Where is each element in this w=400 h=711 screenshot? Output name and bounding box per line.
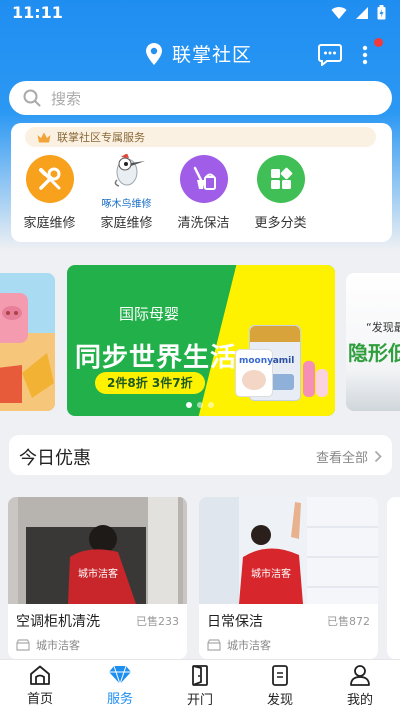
- service-cleaning[interactable]: 清洗保洁: [165, 155, 242, 231]
- community-title: 联掌社区: [172, 44, 253, 66]
- lotion-bottle: [303, 361, 315, 397]
- door-icon: [192, 665, 208, 686]
- service-home-repair[interactable]: 家庭维修: [11, 155, 88, 231]
- service-label: 清洗保洁: [177, 216, 230, 231]
- location-selector[interactable]: 联掌社区: [146, 40, 252, 67]
- product-sold-count: 已售233: [136, 615, 179, 628]
- carousel-dot[interactable]: [208, 402, 214, 408]
- service-label: 家庭维修: [100, 216, 153, 231]
- shop-icon: [207, 639, 221, 651]
- tab-label: 我的: [346, 693, 373, 708]
- crown-icon: [37, 132, 51, 142]
- tab-mine[interactable]: 我的: [320, 660, 400, 711]
- uniform-logo-text: 城市洁客: [78, 567, 118, 580]
- search-bar[interactable]: 搜索: [9, 81, 392, 115]
- carousel-dots: [186, 402, 214, 408]
- deals-header: 今日优惠 查看全部: [9, 435, 392, 475]
- diaper-pack: moony: [235, 349, 273, 397]
- service-woodpecker-repair[interactable]: 啄木鸟维修 家庭维修: [88, 154, 165, 231]
- grid-icon: [256, 155, 305, 203]
- tab-discover[interactable]: 发现: [240, 660, 320, 711]
- wifi-icon: [331, 6, 347, 19]
- carousel-dot[interactable]: [186, 402, 192, 408]
- uniform-logo-text: 城市洁客: [251, 567, 291, 580]
- more-menu-button[interactable]: [362, 42, 368, 70]
- banner-carousel[interactable]: 国际母婴 同步世界生活 2件8折 3件7折 Aptamil moony “发现最…: [0, 263, 400, 416]
- vertical-dots-icon: [362, 45, 368, 65]
- carousel-dot[interactable]: [197, 402, 203, 408]
- banner-previous-slide[interactable]: [0, 273, 55, 411]
- woodpecker-logo-text: 啄木鸟维修: [101, 199, 152, 210]
- bottom-tab-bar: 首页 服务 开门 发现 我的: [0, 659, 400, 711]
- next-slide-caption: “发现最: [366, 321, 400, 334]
- message-button[interactable]: [318, 44, 342, 70]
- location-pin-icon: [146, 42, 162, 65]
- deals-title: 今日优惠: [19, 448, 91, 469]
- status-time: 11:11: [12, 3, 63, 22]
- exclusive-service-label: 联掌社区专属服务: [57, 131, 145, 144]
- signal-icon: [356, 6, 368, 19]
- product-card[interactable]: 城市洁客 日常保洁 已售872 城市洁客: [199, 497, 378, 659]
- view-all-link[interactable]: 查看全部: [316, 447, 382, 466]
- product-shop: 城市洁客: [207, 637, 271, 653]
- banner-promo: 2件8折 3件7折: [95, 372, 205, 394]
- service-grid: 家庭维修 啄木鸟维修 家庭维修 清洗保洁 更多分类: [11, 154, 392, 231]
- home-icon: [30, 665, 50, 685]
- product-name: 日常保洁: [207, 614, 263, 630]
- wrench-screwdriver-icon: [25, 155, 74, 203]
- title-bar: 联掌社区: [0, 34, 400, 74]
- next-slide-title: 隐形低: [348, 341, 400, 365]
- battery-icon: [377, 5, 386, 20]
- search-placeholder: 搜索: [51, 89, 82, 108]
- search-icon: [23, 89, 41, 107]
- tab-label: 服务: [106, 692, 133, 707]
- shop-name: 城市洁客: [36, 639, 80, 652]
- banner-title: 同步世界生活: [75, 343, 238, 373]
- diamond-icon: [109, 665, 131, 685]
- product-card[interactable]: 城市洁客 空调柜机清洗 已售233 城市洁客: [8, 497, 187, 659]
- notification-badge: [374, 38, 383, 47]
- cleaning-bucket-icon: [179, 155, 228, 203]
- banner-subtitle: 国际母婴: [119, 305, 180, 323]
- service-label: 更多分类: [254, 216, 307, 231]
- product-card-partial[interactable]: [387, 497, 400, 659]
- service-label: 家庭维修: [23, 216, 76, 231]
- product-shop: 城市洁客: [16, 637, 80, 653]
- pig-toy-illustration: [0, 273, 55, 411]
- tab-label: 发现: [266, 693, 293, 708]
- person-icon: [350, 665, 370, 686]
- product-sold-count: 已售872: [327, 615, 370, 628]
- status-icons: [331, 5, 386, 20]
- tab-service[interactable]: 服务: [80, 660, 160, 711]
- banner-active-slide[interactable]: 国际母婴 同步世界生活 2件8折 3件7折 Aptamil moony: [67, 265, 335, 416]
- chat-bubble-icon: [318, 44, 342, 68]
- tab-label: 开门: [186, 693, 213, 708]
- service-more-categories[interactable]: 更多分类: [242, 155, 319, 231]
- chevron-right-icon: [374, 450, 382, 463]
- moony-label: moony: [239, 356, 274, 366]
- exclusive-service-tag: 联掌社区专属服务: [25, 127, 376, 147]
- shop-icon: [16, 639, 30, 651]
- status-bar: 11:11: [0, 0, 400, 26]
- service-card: 联掌社区专属服务 家庭维修 啄木鸟维修 家庭维修 清洗保洁 更多分类: [11, 123, 392, 242]
- view-all-label: 查看全部: [315, 451, 368, 466]
- product-name: 空调柜机清洗: [16, 614, 100, 630]
- tab-home[interactable]: 首页: [0, 660, 80, 711]
- banner-next-slide[interactable]: “发现最 隐形低: [346, 273, 400, 411]
- tab-open-door[interactable]: 开门: [160, 660, 240, 711]
- aircon-cleaning-image: 城市洁客: [8, 497, 187, 604]
- daily-cleaning-image: 城市洁客: [199, 497, 378, 604]
- cream-bottle: [316, 369, 328, 397]
- shop-name: 城市洁客: [227, 639, 271, 652]
- tab-label: 首页: [26, 692, 53, 707]
- document-icon: [272, 665, 288, 686]
